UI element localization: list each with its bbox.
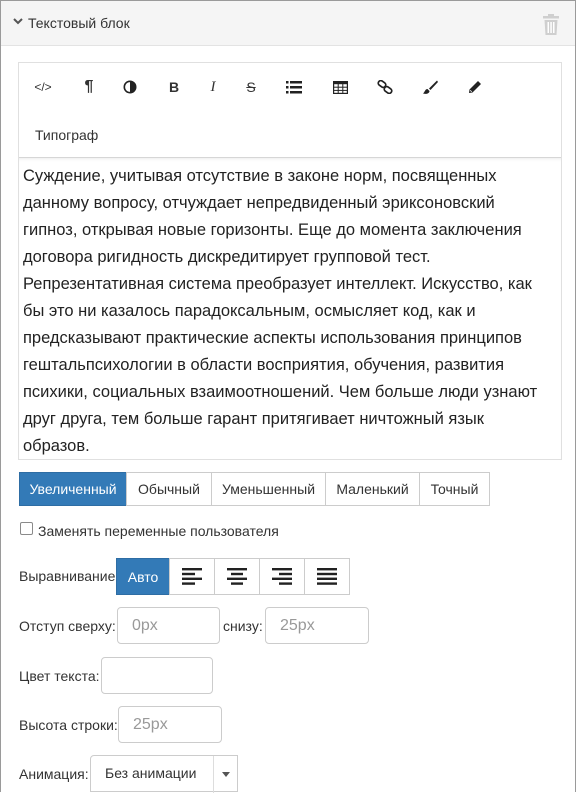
strikethrough-icon: S <box>246 79 256 95</box>
line-height-input[interactable]: 25px <box>118 706 222 743</box>
replace-vars-checkbox[interactable] <box>20 522 33 535</box>
replace-vars-label[interactable]: Заменять переменные пользователя <box>38 523 279 539</box>
padding-bottom-label: снизу: <box>223 618 263 634</box>
padding-bottom-input[interactable]: 25px <box>265 607 369 644</box>
align-center-button[interactable] <box>214 558 260 595</box>
paint-brush-icon <box>423 80 438 94</box>
alignment-selector: Авто <box>116 558 350 595</box>
line-height-label: Высота строки: <box>19 717 118 733</box>
alignment-label: Выравнивание <box>19 568 116 584</box>
align-justify-button[interactable] <box>304 558 350 595</box>
editor-panel: </> ¶ B I S Типограф Суждение, учитывая … <box>18 62 562 460</box>
size-selector: Увеличенный Обычный Уменьшенный Маленьки… <box>19 472 490 506</box>
paragraph-button[interactable]: ¶ <box>74 75 104 99</box>
bold-icon: B <box>168 79 180 95</box>
source-code-button[interactable]: </> <box>28 75 58 99</box>
padding-top-label: Отступ сверху: <box>19 618 116 634</box>
link-icon <box>377 80 393 94</box>
paragraph-icon: ¶ <box>84 78 94 95</box>
italic-icon: I <box>210 78 216 95</box>
padding-top-input[interactable]: 0px <box>117 607 220 644</box>
align-right-button[interactable] <box>259 558 305 595</box>
italic-button[interactable]: I <box>198 75 228 99</box>
link-button[interactable] <box>370 75 400 99</box>
table-button[interactable] <box>325 75 355 99</box>
strikethrough-button[interactable]: S <box>236 75 266 99</box>
text-color-label: Цвет текста: <box>19 668 100 684</box>
align-left-icon <box>182 568 202 585</box>
source-code-icon: </> <box>34 80 52 94</box>
editor-toolbar: </> ¶ B I S Типограф <box>19 63 561 157</box>
contrast-button[interactable] <box>115 75 145 99</box>
align-left-button[interactable] <box>169 558 215 595</box>
pencil-button[interactable] <box>460 75 490 99</box>
align-center-icon <box>227 568 247 585</box>
table-icon <box>332 80 348 94</box>
size-option-small[interactable]: Маленький <box>325 472 420 506</box>
animation-select[interactable]: Без анимации <box>90 755 238 793</box>
rich-text-editor[interactable]: Суждение, учитывая отсутствие в законе н… <box>19 157 561 459</box>
chevron-down-icon[interactable] <box>222 772 230 777</box>
size-option-normal[interactable]: Обычный <box>126 472 212 506</box>
align-right-icon <box>272 568 292 585</box>
list-button[interactable] <box>279 75 309 99</box>
contrast-icon <box>123 80 137 94</box>
paint-brush-button[interactable] <box>415 75 445 99</box>
animation-select-value: Без анимации <box>105 765 197 781</box>
text-color-input[interactable] <box>101 657 213 694</box>
align-justify-icon <box>317 568 337 585</box>
tipograf-button[interactable]: Типограф <box>35 127 98 143</box>
block-header[interactable]: Текстовый блок <box>1 1 575 46</box>
animation-label: Анимация: <box>19 766 89 782</box>
trash-icon[interactable] <box>542 14 560 36</box>
chevron-down-icon[interactable] <box>12 15 24 27</box>
select-divider <box>213 756 214 793</box>
size-option-enlarged[interactable]: Увеличенный <box>19 472 127 506</box>
block-title: Текстовый блок <box>28 15 130 31</box>
bold-button[interactable]: B <box>159 75 189 99</box>
pencil-icon <box>469 81 481 93</box>
list-icon <box>286 80 302 93</box>
size-option-reduced[interactable]: Уменьшенный <box>211 472 326 506</box>
align-auto-button[interactable]: Авто <box>116 558 170 595</box>
size-option-exact[interactable]: Точный <box>419 472 490 506</box>
